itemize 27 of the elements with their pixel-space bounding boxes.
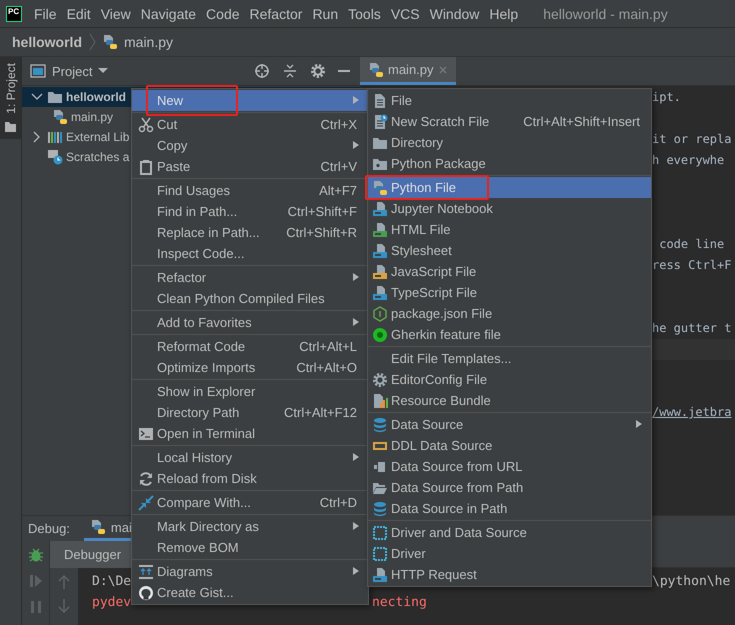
- shortcut-label: Ctrl+Alt+F12: [284, 405, 358, 420]
- tree-item-label: main.py: [71, 110, 114, 124]
- console-text: \python\he: [652, 574, 730, 589]
- shortcut-label: Ctrl+D: [320, 495, 358, 510]
- shortcut-label: Ctrl+Alt+L: [299, 339, 358, 354]
- shortcut-label: Alt+F7: [319, 183, 358, 198]
- console-text: necting: [372, 595, 427, 610]
- panel-title: Debug:: [28, 521, 70, 536]
- code-text: it or repla: [652, 132, 732, 146]
- shortcut-label: Ctrl+Shift+F: [288, 204, 358, 219]
- shortcut-label: Ctrl+Shift+R: [286, 225, 358, 240]
- tree-item-label: External Lib: [66, 130, 130, 144]
- window-title: helloworld - main.py: [543, 6, 668, 22]
- shortcut-label: Ctrl+V: [320, 159, 358, 174]
- tree-item-label: helloworld: [66, 90, 126, 104]
- code-text: he gutter t: [652, 321, 732, 335]
- code-text: ress Ctrl+F: [652, 258, 732, 272]
- console-text: D:\De: [92, 574, 132, 589]
- code-text: h everywhe: [652, 153, 724, 167]
- shortcut-label: Ctrl+X: [320, 117, 358, 132]
- app-logo: PC: [6, 6, 22, 22]
- console-text: pydev: [92, 595, 132, 610]
- code-text: ipt.: [652, 90, 681, 104]
- code-text: code line: [658, 237, 724, 251]
- shortcut-label: Ctrl+Alt+Shift+Insert: [523, 114, 641, 129]
- tree-item-label: Scratches a: [66, 150, 130, 164]
- shortcut-label: Ctrl+Alt+O: [296, 360, 358, 375]
